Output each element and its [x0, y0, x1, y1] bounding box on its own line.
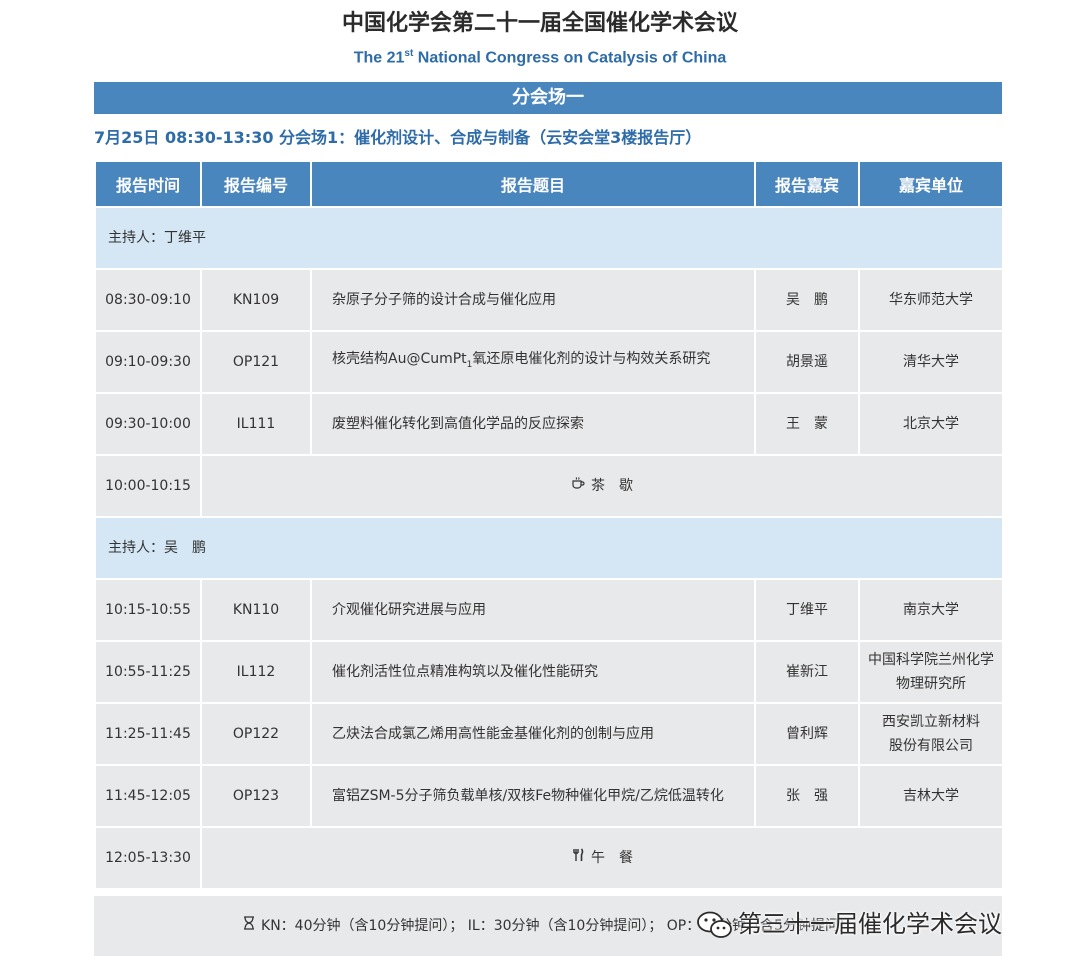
talk-affiliation: 西安凯立新材料 股份有限公司 — [858, 702, 1004, 766]
talk-title: 乙炔法合成氯乙烯用高性能金基催化剂的创制与应用 — [310, 702, 756, 766]
talk-time: 11:45-12:05 — [94, 764, 202, 828]
talk-speaker: 张 强 — [754, 764, 860, 828]
talk-affiliation: 北京大学 — [858, 392, 1004, 456]
break-time: 12:05-13:30 — [94, 826, 202, 890]
talk-title: 废塑料催化转化到高值化学品的反应探索 — [310, 392, 756, 456]
talk-time: 08:30-09:10 — [94, 268, 202, 332]
host-label: 主持人：丁维平 — [94, 206, 1004, 270]
schedule-table: 报告时间 报告编号 报告题目 报告嘉宾 嘉宾单位 主持人：丁维平 08:30-0… — [94, 160, 1004, 890]
venue-bar: 分会场一 — [94, 82, 1002, 114]
break-text: 午 餐 — [591, 850, 633, 866]
talk-speaker: 曾利辉 — [754, 702, 860, 766]
page-subtitle: The 21st National Congress on Catalysis … — [0, 42, 1080, 70]
talk-title-part: 氧还原电催化剂的设计与构效关系研究 — [472, 351, 711, 368]
talk-speaker: 丁维平 — [754, 578, 860, 642]
table-header-row: 报告时间 报告编号 报告题目 报告嘉宾 嘉宾单位 — [94, 160, 1004, 208]
talk-time: 10:55-11:25 — [94, 640, 202, 704]
talk-title: 介观催化研究进展与应用 — [310, 578, 756, 642]
column-header-title: 报告题目 — [310, 160, 756, 208]
break-text: 茶 歇 — [591, 478, 633, 494]
talk-title: 杂原子分子筛的设计合成与催化应用 — [310, 268, 756, 332]
talk-time: 11:25-11:45 — [94, 702, 202, 766]
break-label: 茶 歇 — [200, 454, 1004, 518]
affiliation-line: 西安凯立新材料 — [882, 714, 980, 730]
column-header-code: 报告编号 — [200, 160, 312, 208]
subtitle-prefix: The 21 — [353, 49, 405, 67]
affiliation-line: 物理研究所 — [896, 676, 966, 692]
talk-code: OP121 — [200, 330, 312, 394]
wechat-icon — [696, 910, 734, 940]
break-time: 10:00-10:15 — [94, 454, 202, 518]
column-header-affiliation: 嘉宾单位 — [858, 160, 1004, 208]
table-row: 08:30-09:10 KN109 杂原子分子筛的设计合成与催化应用 吴 鹏 华… — [94, 268, 1004, 332]
talk-code: OP123 — [200, 764, 312, 828]
talk-title: 催化剂活性位点精准构筑以及催化性能研究 — [310, 640, 756, 704]
hourglass-icon — [243, 896, 255, 956]
table-row: 11:25-11:45 OP122 乙炔法合成氯乙烯用高性能金基催化剂的创制与应… — [94, 702, 1004, 766]
fork-knife-icon — [571, 846, 585, 870]
break-label: 午 餐 — [200, 826, 1004, 890]
break-row: 12:05-13:30 午 餐 — [94, 826, 1004, 890]
talk-code: IL112 — [200, 640, 312, 704]
talk-speaker: 吴 鹏 — [754, 268, 860, 332]
column-header-time: 报告时间 — [94, 160, 202, 208]
talk-code: IL111 — [200, 392, 312, 456]
watermark-text: 第三十一届催化学术会议 — [738, 910, 1002, 938]
host-label: 主持人：吴 鹏 — [94, 516, 1004, 580]
affiliation-line: 中国科学院兰州化学 — [868, 652, 994, 668]
host-row: 主持人：丁维平 — [94, 206, 1004, 270]
talk-time: 09:30-10:00 — [94, 392, 202, 456]
session-info: 7月25日 08:30-13:30 分会场1：催化剂设计、合成与制备（云安会堂3… — [94, 128, 702, 147]
talk-affiliation: 吉林大学 — [858, 764, 1004, 828]
table-row: 11:45-12:05 OP123 富铝ZSM-5分子筛负载单核/双核Fe物种催… — [94, 764, 1004, 828]
talk-affiliation: 华东师范大学 — [858, 268, 1004, 332]
watermark: 第三十一届催化学术会议 — [696, 902, 1002, 946]
talk-time: 09:10-09:30 — [94, 330, 202, 394]
affiliation-line: 股份有限公司 — [889, 738, 973, 754]
column-header-speaker: 报告嘉宾 — [754, 160, 860, 208]
talk-title: 富铝ZSM-5分子筛负载单核/双核Fe物种催化甲烷/乙烷低温转化 — [310, 764, 756, 828]
talk-code: KN110 — [200, 578, 312, 642]
table-row: 09:30-10:00 IL111 废塑料催化转化到高值化学品的反应探索 王 蒙… — [94, 392, 1004, 456]
talk-code: OP122 — [200, 702, 312, 766]
subtitle-ordinal: st — [404, 48, 414, 59]
break-row: 10:00-10:15 茶 歇 — [94, 454, 1004, 518]
table-row: 10:15-10:55 KN110 介观催化研究进展与应用 丁维平 南京大学 — [94, 578, 1004, 642]
talk-speaker: 王 蒙 — [754, 392, 860, 456]
page-title: 中国化学会第二十一届全国催化学术会议 — [341, 11, 738, 36]
talk-title: 核壳结构Au@CumPt1氧还原电催化剂的设计与构效关系研究 — [310, 330, 756, 394]
talk-title-part: 核壳结构Au@CumPt — [332, 351, 467, 368]
host-row: 主持人：吴 鹏 — [94, 516, 1004, 580]
talk-affiliation: 中国科学院兰州化学 物理研究所 — [858, 640, 1004, 704]
talk-code: KN109 — [200, 268, 312, 332]
table-row: 10:55-11:25 IL112 催化剂活性位点精准构筑以及催化性能研究 崔新… — [94, 640, 1004, 704]
talk-time: 10:15-10:55 — [94, 578, 202, 642]
talk-speaker: 崔新江 — [754, 640, 860, 704]
talk-affiliation: 南京大学 — [858, 578, 1004, 642]
tea-cup-icon — [571, 474, 585, 498]
subtitle-suffix: National Congress on Catalysis of China — [413, 49, 727, 67]
talk-affiliation: 清华大学 — [858, 330, 1004, 394]
table-row: 09:10-09:30 OP121 核壳结构Au@CumPt1氧还原电催化剂的设… — [94, 330, 1004, 394]
talk-speaker: 胡景遥 — [754, 330, 860, 394]
